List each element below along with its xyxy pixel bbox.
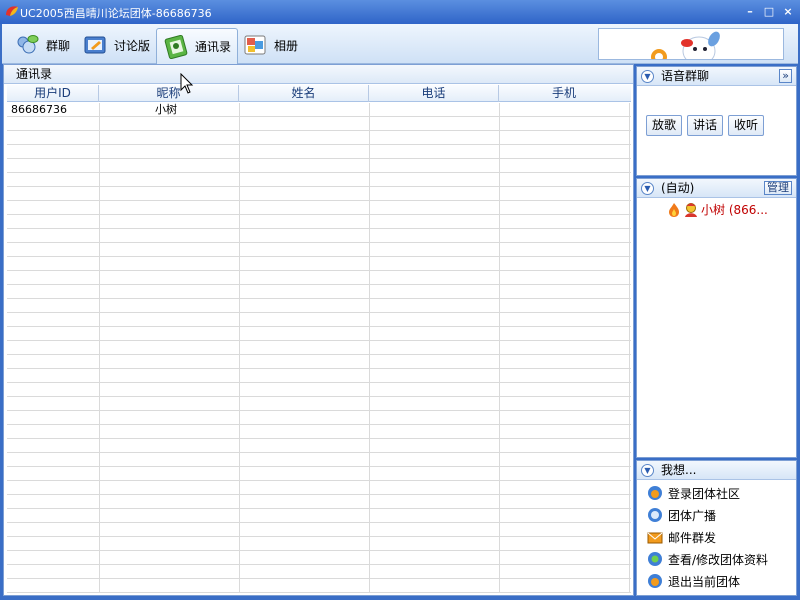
tab-label: 讨论版 — [114, 38, 151, 53]
mascot-icon — [651, 31, 720, 59]
action-edit-profile[interactable]: 查看/修改团体资料 — [647, 549, 768, 569]
collapse-icon[interactable]: ▼ — [641, 70, 654, 83]
action-exit-group[interactable]: 退出当前团体 — [647, 571, 740, 591]
talk-button[interactable]: 讲话 — [687, 115, 724, 136]
tab-label: 群聊 — [46, 38, 71, 53]
action-label: 团体广播 — [668, 508, 717, 523]
tab-album[interactable]: 相册 — [236, 28, 304, 62]
column-header-mobile[interactable]: 手机 — [499, 85, 629, 102]
actions-panel: ▼ 我想... 登录团体社区 团体广播 邮件群发 查看/修改团体资料 退出当前团… — [636, 460, 797, 596]
maximize-button[interactable]: □ — [761, 5, 777, 19]
tab-label: 相册 — [274, 38, 299, 53]
address-book-panel: 通讯录 用户ID 昵称 姓名 电话 手机 86686736 小树 — [3, 64, 634, 596]
address-book-icon — [164, 34, 188, 59]
contacts-table[interactable]: 86686736 小树 — [7, 103, 631, 593]
window-title: UC2005西昌晴川论坛团体-86686736 — [20, 7, 212, 20]
voice-chat-header[interactable]: ▼ 语音群聊 » — [637, 67, 796, 86]
action-broadcast[interactable]: 团体广播 — [647, 505, 716, 525]
action-mass-mail[interactable]: 邮件群发 — [647, 527, 716, 547]
cell-mobile — [499, 103, 629, 117]
tab-group-chat[interactable]: 群聊 — [8, 28, 76, 62]
forum-icon — [84, 36, 106, 54]
voice-chat-panel: ▼ 语音群聊 » 放歌 讲话 收听 — [636, 66, 797, 176]
cell-nickname: 小树 — [155, 103, 177, 116]
manage-button[interactable]: 管理 — [764, 181, 792, 195]
column-header-nickname[interactable]: 昵称 — [99, 85, 239, 102]
tab-address-book[interactable]: 通讯录 — [156, 28, 239, 64]
user-avatar-icon — [685, 202, 697, 217]
cell-phone — [369, 103, 499, 117]
listen-button[interactable]: 收听 — [728, 115, 765, 136]
broadcast-icon — [648, 508, 662, 522]
community-icon — [648, 486, 662, 500]
column-header-name[interactable]: 姓名 — [239, 85, 369, 102]
member-item[interactable]: 小树 (866... — [667, 201, 768, 218]
members-panel: ▼ (自动) 管理 小树 (866... — [636, 178, 797, 458]
tab-label: 通讯录 — [195, 40, 232, 54]
banner-ad[interactable] — [598, 28, 784, 60]
members-title: (自动) — [661, 181, 695, 195]
action-login-community[interactable]: 登录团体社区 — [647, 483, 740, 503]
actions-header[interactable]: ▼ 我想... — [637, 461, 796, 480]
actions-title: 我想... — [661, 463, 697, 477]
tab-forum[interactable]: 讨论版 — [76, 28, 156, 62]
expand-button[interactable]: » — [779, 69, 792, 83]
album-icon — [244, 35, 266, 55]
profile-icon — [648, 552, 662, 566]
cell-user-id: 86686736 — [11, 103, 67, 116]
toolbar: 群聊 讨论版 通讯录 相册 — [2, 24, 798, 64]
action-label: 邮件群发 — [668, 530, 717, 545]
mail-icon — [647, 532, 663, 544]
table-row[interactable]: 86686736 小树 — [7, 103, 629, 117]
collapse-icon[interactable]: ▼ — [641, 182, 654, 195]
minimize-button[interactable]: – — [742, 5, 758, 19]
close-button[interactable]: × — [780, 5, 796, 19]
column-header-user-id[interactable]: 用户ID — [7, 85, 99, 102]
members-header[interactable]: ▼ (自动) 管理 — [637, 179, 796, 198]
table-header: 用户ID 昵称 姓名 电话 手机 — [7, 85, 631, 102]
flame-status-icon — [669, 202, 679, 217]
play-music-button[interactable]: 放歌 — [646, 115, 683, 136]
exit-icon — [648, 574, 662, 588]
cell-name — [239, 103, 369, 117]
column-header-phone[interactable]: 电话 — [369, 85, 499, 102]
member-name: 小树 (866... — [701, 203, 768, 217]
action-label: 查看/修改团体资料 — [668, 552, 769, 567]
collapse-icon[interactable]: ▼ — [641, 464, 654, 477]
voice-chat-title: 语音群聊 — [661, 69, 710, 83]
mouse-cursor-icon — [180, 73, 194, 94]
app-logo-icon — [6, 6, 18, 16]
panel-title: 通讯录 — [4, 65, 633, 84]
title-bar[interactable]: UC2005西昌晴川论坛团体-86686736 – □ × — [0, 0, 800, 24]
action-label: 登录团体社区 — [668, 486, 741, 501]
action-label: 退出当前团体 — [668, 574, 741, 589]
group-chat-icon — [17, 35, 39, 54]
